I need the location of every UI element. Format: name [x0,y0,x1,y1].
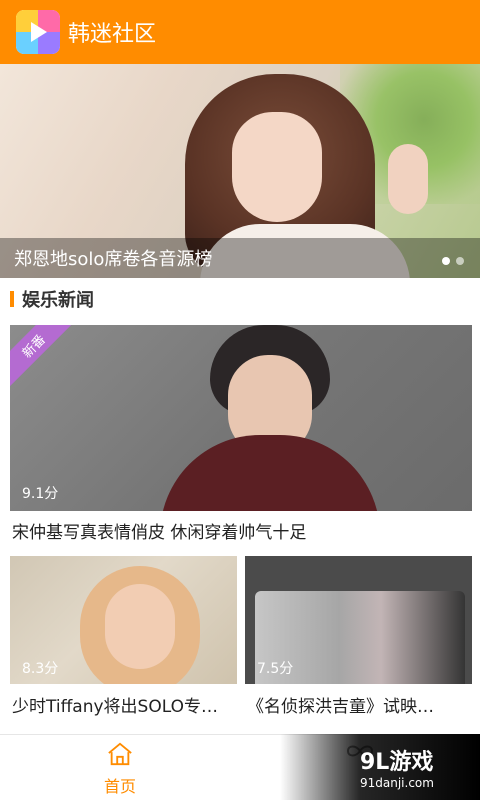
banner-caption: 郑恩地solo席卷各音源榜 [14,249,213,270]
watermark-main: 9L游戏 [360,750,434,775]
app-logo [16,10,60,54]
app-title: 韩迷社区 [68,22,157,47]
play-icon [31,22,47,42]
news-card-large[interactable]: 新番 9.1分 [10,325,472,511]
watermark: 9L游戏 91danji.com [280,734,480,800]
banner-carousel[interactable]: 郑恩地solo席卷各音源榜 [0,64,480,278]
home-icon [108,742,132,766]
banner-caption-bar: 郑恩地solo席卷各音源榜 [0,238,480,278]
banner-dot-active[interactable] [442,257,450,265]
news-title-left[interactable]: 少时Tiffany将出SOLO专… [12,692,218,717]
news-title-right[interactable]: 《名侦探洪吉童》试映… [247,692,434,717]
nav-home-label: 首页 [103,777,136,796]
news-card-left[interactable]: 8.3分 [10,556,237,684]
section-header: 娱乐新闻 [0,282,480,316]
bottom-navigation: 首页 9L游戏 91danji.com [0,734,480,800]
news-title-large[interactable]: 宋仲基写真表情俏皮 休闲穿着帅气十足 [12,518,306,543]
banner-dot[interactable] [456,257,464,265]
rating-score: 8.3分 [22,661,59,677]
section-title: 娱乐新闻 [22,290,94,311]
rating-score: 9.1分 [22,486,59,502]
watermark-sub: 91danji.com [360,776,434,790]
section-accent-bar [10,291,14,307]
rating-score: 7.5分 [257,661,294,677]
nav-home[interactable]: 首页 [92,741,148,797]
banner-pagination [442,257,464,265]
news-card-right[interactable]: 7.5分 [245,556,472,684]
app-header: 韩迷社区 [0,0,480,64]
